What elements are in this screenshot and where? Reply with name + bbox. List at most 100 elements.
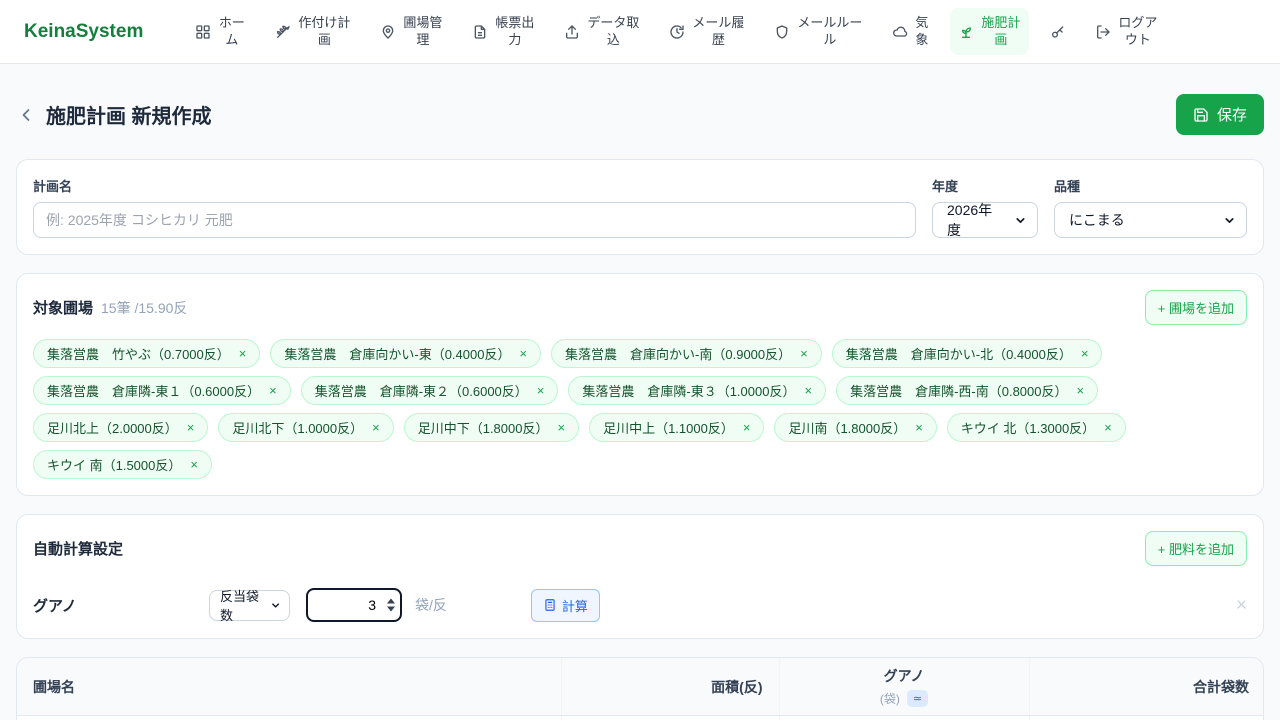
nav-item-weather[interactable]: 気象 [884,8,937,55]
file-icon [472,24,488,40]
cloud-icon [892,24,908,40]
field-tag: 足川中下（1.8000反） × [404,413,579,442]
field-tag: キウイ 南（1.5000反）× [33,450,212,479]
nav-item-label: 圃場管理 [402,15,443,48]
nav-item-mail-history[interactable]: メール履歴 [661,8,753,55]
col-header-field-name: 圃場名 [17,658,561,716]
nav-item-logout[interactable]: ログアウト [1087,8,1166,55]
remove-tag-icon[interactable]: × [187,420,195,435]
remove-tag-icon[interactable]: × [800,346,808,361]
key-icon [1050,24,1066,40]
add-fertilizer-button[interactable]: + 肥料を追加 [1145,531,1247,566]
remove-tag-icon[interactable]: × [519,346,527,361]
year-select[interactable]: 2026年度 [932,202,1038,238]
map-pin-icon [380,24,396,40]
field-tag-label: 集落営農 倉庫隣-東１（0.6000反） [47,381,260,400]
nav-item-planting-plan[interactable]: 作付け計画 [267,8,359,55]
remove-tag-icon[interactable]: × [1076,383,1084,398]
remove-tag-icon[interactable]: × [1081,346,1089,361]
stepper-down-icon[interactable] [387,607,395,612]
stepper-up-icon[interactable] [387,599,395,604]
calc-mode-value: 反当袋数 [220,586,265,624]
nav-item-home[interactable]: ホーム [187,8,254,55]
nav-item-mail-rules[interactable]: メールルール [766,8,871,55]
remove-tag-icon[interactable]: × [372,420,380,435]
nav-item-data-import[interactable]: データ取込 [556,8,648,55]
nav-item-label: 帳票出力 [494,15,535,48]
field-tag-label: 集落営農 倉庫隣-西-南（0.8000反） [850,381,1067,400]
remove-tag-icon[interactable]: × [537,383,545,398]
number-stepper[interactable] [387,599,395,612]
chevron-left-icon [16,105,36,125]
field-tag-label: 集落営農 倉庫向かい-北（0.4000反） [846,344,1072,363]
plan-form-card: 計画名 年度 2026年度 品種 にこまる [16,159,1264,255]
nav-item-report-output[interactable]: 帳票出力 [464,8,543,55]
shield-icon [774,24,790,40]
field-tag: 集落営農 倉庫隣-東２（0.6000反）× [301,376,559,405]
field-tag: 集落営農 倉庫隣-東３（1.0000反）× [568,376,826,405]
remove-tag-icon[interactable]: × [915,420,923,435]
field-tag-label: 足川南（1.8000反） [788,418,906,437]
nav-item-api-key[interactable] [1042,17,1074,47]
calculate-button-label: 計算 [562,596,588,615]
target-fields-summary: 15筆 /15.90反 [101,298,187,318]
back-button[interactable] [16,105,36,125]
history-icon [669,24,685,40]
cell-area: 0.7000 [561,716,779,720]
guano-header-label: グアノ [796,666,1013,686]
variety-select-value: にこまる [1069,210,1125,230]
target-fields-title: 対象圃場 [33,297,93,318]
chevron-down-icon [1014,214,1027,227]
target-fields-card: 対象圃場 15筆 /15.90反 + 圃場を追加 集落営農 竹やぶ（0.7000… [16,273,1264,496]
remove-tag-icon[interactable]: × [1104,420,1112,435]
remove-fertilizer-icon[interactable]: × [1236,596,1247,615]
plan-name-label: 計画名 [33,176,916,195]
upload-icon [564,24,580,40]
save-button[interactable]: 保存 [1176,94,1264,135]
remove-tag-icon[interactable]: × [190,457,198,472]
logout-icon [1095,24,1111,40]
remove-tag-icon[interactable]: × [269,383,277,398]
variety-select[interactable]: にこまる [1054,202,1247,238]
remove-tag-icon[interactable]: × [557,420,565,435]
field-tag: 集落営農 倉庫隣-東１（0.6000反） × [33,376,291,405]
field-tag-label: 足川中下（1.8000反） [418,418,549,437]
field-tag: 足川北上（2.0000反） × [33,413,208,442]
remove-tag-icon[interactable]: × [239,346,247,361]
remove-tag-icon[interactable]: × [743,420,751,435]
add-field-button[interactable]: + 圃場を追加 [1145,290,1247,325]
field-tag: 集落営農 倉庫向かい-南（0.9000反）× [551,339,822,368]
table-header-row: 圃場名 面積(反) グアノ (袋) ≃ 合計袋数 [17,658,1264,716]
calculate-button[interactable]: 計算 [531,589,600,622]
fields-table-card: 圃場名 面積(反) グアノ (袋) ≃ 合計袋数 集落営農 竹やぶ 0.7000 [16,657,1264,720]
nav-item-fertilization-plan[interactable]: 施肥計画 [950,8,1029,55]
nav-item-label: 気象 [914,15,929,48]
plan-name-input[interactable] [33,202,916,238]
field-tag: 足川北下（1.0000反）× [218,413,393,442]
field-tag-label: 足川北上（2.0000反） [47,418,178,437]
approx-badge[interactable]: ≃ [907,690,928,707]
variety-label: 品種 [1054,176,1247,195]
field-tag-list: 集落営農 竹やぶ（0.7000反）× 集落営農 倉庫向かい-東（0.4000反）… [33,339,1247,479]
brand-logo[interactable]: KeinaSystem [24,21,143,43]
nav-item-label: 施肥計画 [980,15,1021,48]
wheat-icon [275,24,291,40]
col-header-total-bags: 合計袋数 [1029,658,1264,716]
remove-tag-icon[interactable]: × [804,383,812,398]
cell-total-bags: - [1029,716,1264,720]
fields-table: 圃場名 面積(反) グアノ (袋) ≃ 合計袋数 集落営農 竹やぶ 0.7000 [17,658,1264,720]
col-header-guano: グアノ (袋) ≃ [779,658,1029,716]
nav-item-label: メール履歴 [691,15,745,48]
calculator-icon [543,598,557,612]
nav-item-label: 作付け計画 [297,15,351,48]
nav-item-label: ホーム [217,15,246,48]
field-tag: 集落営農 竹やぶ（0.7000反） × [33,339,260,368]
nav-item-label: ログアウト [1117,15,1158,48]
nav-item-field-management[interactable]: 圃場管理 [372,8,451,55]
field-tag-label: 集落営農 竹やぶ（0.7000反） [47,344,230,363]
cell-field-name: 集落営農 竹やぶ [17,716,561,720]
field-tag: 足川中上（1.1000反）× [589,413,764,442]
calc-mode-select[interactable]: 反当袋数 [209,590,290,621]
year-select-value: 2026年度 [947,200,1006,240]
auto-calc-title: 自動計算設定 [33,538,123,559]
